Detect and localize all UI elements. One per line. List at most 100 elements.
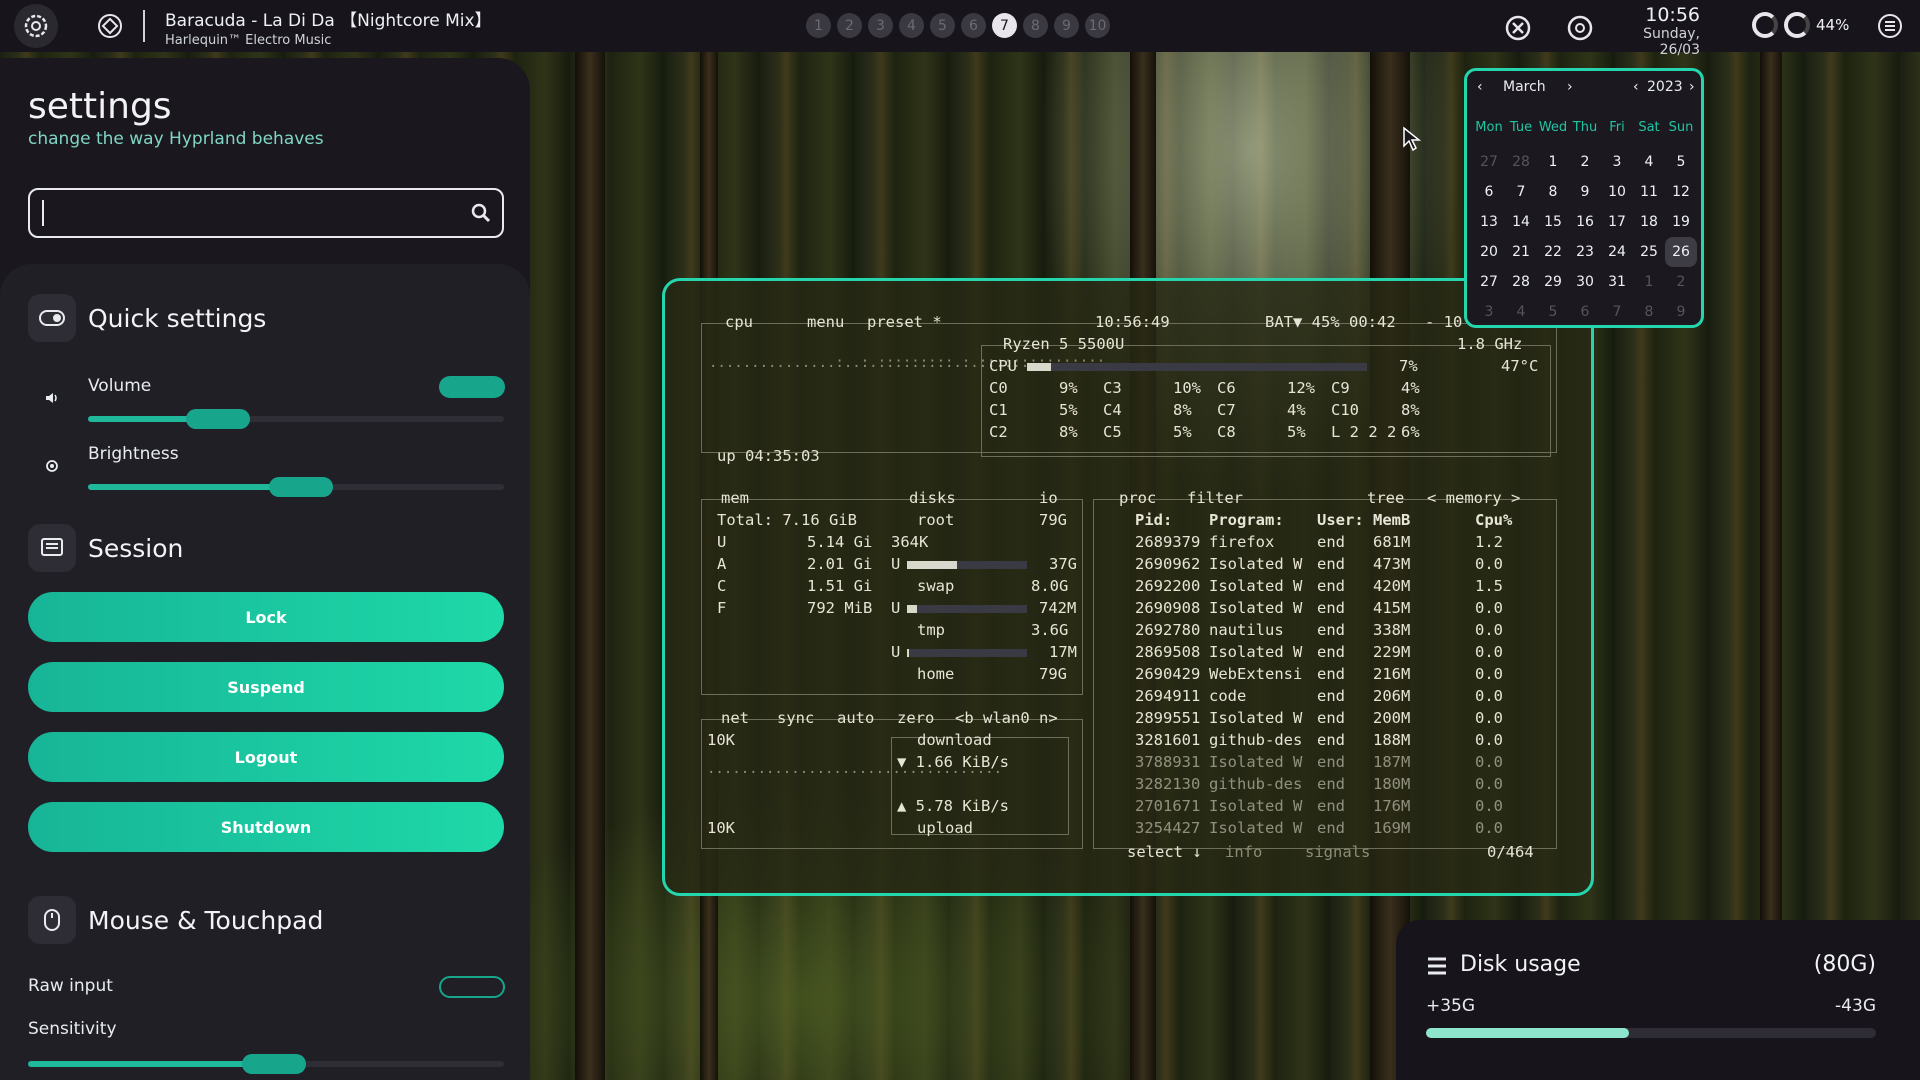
proc-cell[interactable]: end <box>1317 797 1345 815</box>
proc-cell[interactable]: code <box>1209 687 1246 705</box>
proc-cell[interactable]: Isolated W <box>1209 753 1302 771</box>
calendar-day[interactable]: 30 <box>1569 267 1601 297</box>
proc-cell[interactable]: 3254427 <box>1135 819 1200 837</box>
proc-cell[interactable]: end <box>1317 753 1345 771</box>
proc-cell[interactable]: 3281601 <box>1135 731 1200 749</box>
calendar-day[interactable]: 19 <box>1665 207 1697 237</box>
proc-cell[interactable]: 0.0 <box>1475 709 1503 727</box>
tray-app-button[interactable] <box>1496 6 1540 50</box>
sensitivity-slider[interactable] <box>28 1054 504 1074</box>
next-month-button[interactable]: › <box>1567 79 1573 95</box>
calendar-day[interactable]: 13 <box>1473 207 1505 237</box>
proc-cell[interactable]: 473M <box>1373 555 1410 573</box>
calendar-day[interactable]: 28 <box>1505 267 1537 297</box>
calendar-day[interactable]: 6 <box>1473 177 1505 207</box>
calendar-day[interactable]: 6 <box>1569 297 1601 327</box>
proc-cell[interactable]: end <box>1317 599 1345 617</box>
prev-month-button[interactable]: ‹ <box>1477 79 1483 95</box>
calendar-day[interactable]: 3 <box>1473 297 1505 327</box>
proc-cell[interactable]: 0.0 <box>1475 753 1503 771</box>
proc-cell[interactable]: github-des <box>1209 731 1302 749</box>
calendar-day[interactable]: 1 <box>1633 267 1665 297</box>
proc-cell[interactable]: 176M <box>1373 797 1410 815</box>
workspace-3[interactable]: 3 <box>868 13 893 38</box>
proc-cell[interactable]: Isolated W <box>1209 797 1302 815</box>
proc-cell[interactable]: 2690962 <box>1135 555 1200 573</box>
proc-cell[interactable]: 2694911 <box>1135 687 1200 705</box>
calendar-day[interactable]: 16 <box>1569 207 1601 237</box>
proc-cell[interactable]: Isolated W <box>1209 599 1302 617</box>
calendar-day[interactable]: 2 <box>1569 147 1601 177</box>
clock[interactable]: 10:56 Sunday, 26/03 <box>1600 4 1700 58</box>
search-input[interactable] <box>42 200 442 226</box>
calendar-day[interactable]: 25 <box>1633 237 1665 267</box>
calendar-day[interactable]: 20 <box>1473 237 1505 267</box>
proc-cell[interactable]: 1.5 <box>1475 577 1503 595</box>
disks-tab[interactable]: disks <box>909 489 956 507</box>
calendar-day[interactable]: 23 <box>1569 237 1601 267</box>
proc-cell[interactable]: 2701671 <box>1135 797 1200 815</box>
logout-button[interactable]: Logout <box>28 732 504 782</box>
workspace-8[interactable]: 8 <box>1023 13 1048 38</box>
calendar-day[interactable]: 24 <box>1601 237 1633 267</box>
proc-cell[interactable]: 2690429 <box>1135 665 1200 683</box>
proc-cell[interactable]: 180M <box>1373 775 1410 793</box>
launcher-button[interactable] <box>14 4 58 48</box>
proc-cell[interactable]: 420M <box>1373 577 1410 595</box>
proc-cell[interactable]: firefox <box>1209 533 1274 551</box>
proc-cell[interactable]: end <box>1317 819 1345 837</box>
proc-column-header[interactable]: Program: <box>1209 511 1284 529</box>
calendar-day[interactable]: 8 <box>1537 177 1569 207</box>
net-interface[interactable]: <b wlan0 n> <box>955 709 1058 727</box>
calendar-day[interactable]: 4 <box>1633 147 1665 177</box>
proc-cell[interactable]: end <box>1317 709 1345 727</box>
search-icon[interactable] <box>470 202 492 224</box>
proc-select[interactable]: select ↓ <box>1127 843 1202 861</box>
tray-app-button[interactable] <box>1558 6 1602 50</box>
net-auto[interactable]: auto <box>837 709 874 727</box>
proc-cell[interactable]: end <box>1317 687 1345 705</box>
proc-cell[interactable]: nautilus <box>1209 621 1284 639</box>
net-tab[interactable]: net <box>721 709 749 727</box>
proc-cell[interactable]: 200M <box>1373 709 1410 727</box>
btop-terminal-window[interactable]: cpu menu preset * 10:56:49 BAT▼ 45% 00:4… <box>662 278 1594 896</box>
workspace-4[interactable]: 4 <box>899 13 924 38</box>
suspend-button[interactable]: Suspend <box>28 662 504 712</box>
calendar-day[interactable]: 1 <box>1537 147 1569 177</box>
menu-tab[interactable]: menu <box>807 313 844 331</box>
calendar-day[interactable]: 10 <box>1601 177 1633 207</box>
resource-indicators[interactable]: 44% <box>1752 12 1849 38</box>
calendar-day[interactable]: 18 <box>1633 207 1665 237</box>
workspace-1[interactable]: 1 <box>806 13 831 38</box>
mem-tab[interactable]: mem <box>721 489 749 507</box>
calendar-day[interactable]: 21 <box>1505 237 1537 267</box>
proc-cell[interactable]: 681M <box>1373 533 1410 551</box>
proc-cell[interactable]: end <box>1317 643 1345 661</box>
calendar-day[interactable]: 7 <box>1505 177 1537 207</box>
net-zero[interactable]: zero <box>897 709 934 727</box>
media-info[interactable]: Baracuda - La Di Da 【Nightcore Mix】 Harl… <box>165 6 492 48</box>
calendar-day[interactable]: 29 <box>1537 267 1569 297</box>
calendar-day[interactable]: 8 <box>1633 297 1665 327</box>
workspace-7[interactable]: 7 <box>992 13 1017 38</box>
proc-column-header[interactable]: MemB <box>1373 511 1410 529</box>
proc-cell[interactable]: 338M <box>1373 621 1410 639</box>
proc-cell[interactable]: end <box>1317 555 1345 573</box>
shutdown-button[interactable]: Shutdown <box>28 802 504 852</box>
proc-cell[interactable]: Isolated W <box>1209 643 1302 661</box>
calendar-today[interactable]: 26 <box>1665 237 1697 267</box>
proc-cell[interactable]: github-des <box>1209 775 1302 793</box>
calendar-day[interactable]: 3 <box>1601 147 1633 177</box>
proc-cell[interactable]: 2869508 <box>1135 643 1200 661</box>
proc-cell[interactable]: 206M <box>1373 687 1410 705</box>
proc-cell[interactable]: 0.0 <box>1475 687 1503 705</box>
calendar-day[interactable]: 7 <box>1601 297 1633 327</box>
workspace-2[interactable]: 2 <box>837 13 862 38</box>
proc-cell[interactable]: 2689379 <box>1135 533 1200 551</box>
calendar-day[interactable]: 14 <box>1505 207 1537 237</box>
proc-cell[interactable]: 0.0 <box>1475 819 1503 837</box>
overview-button[interactable] <box>88 4 132 48</box>
proc-cell[interactable]: end <box>1317 533 1345 551</box>
proc-column-header[interactable]: User: <box>1317 511 1364 529</box>
lock-button[interactable]: Lock <box>28 592 504 642</box>
